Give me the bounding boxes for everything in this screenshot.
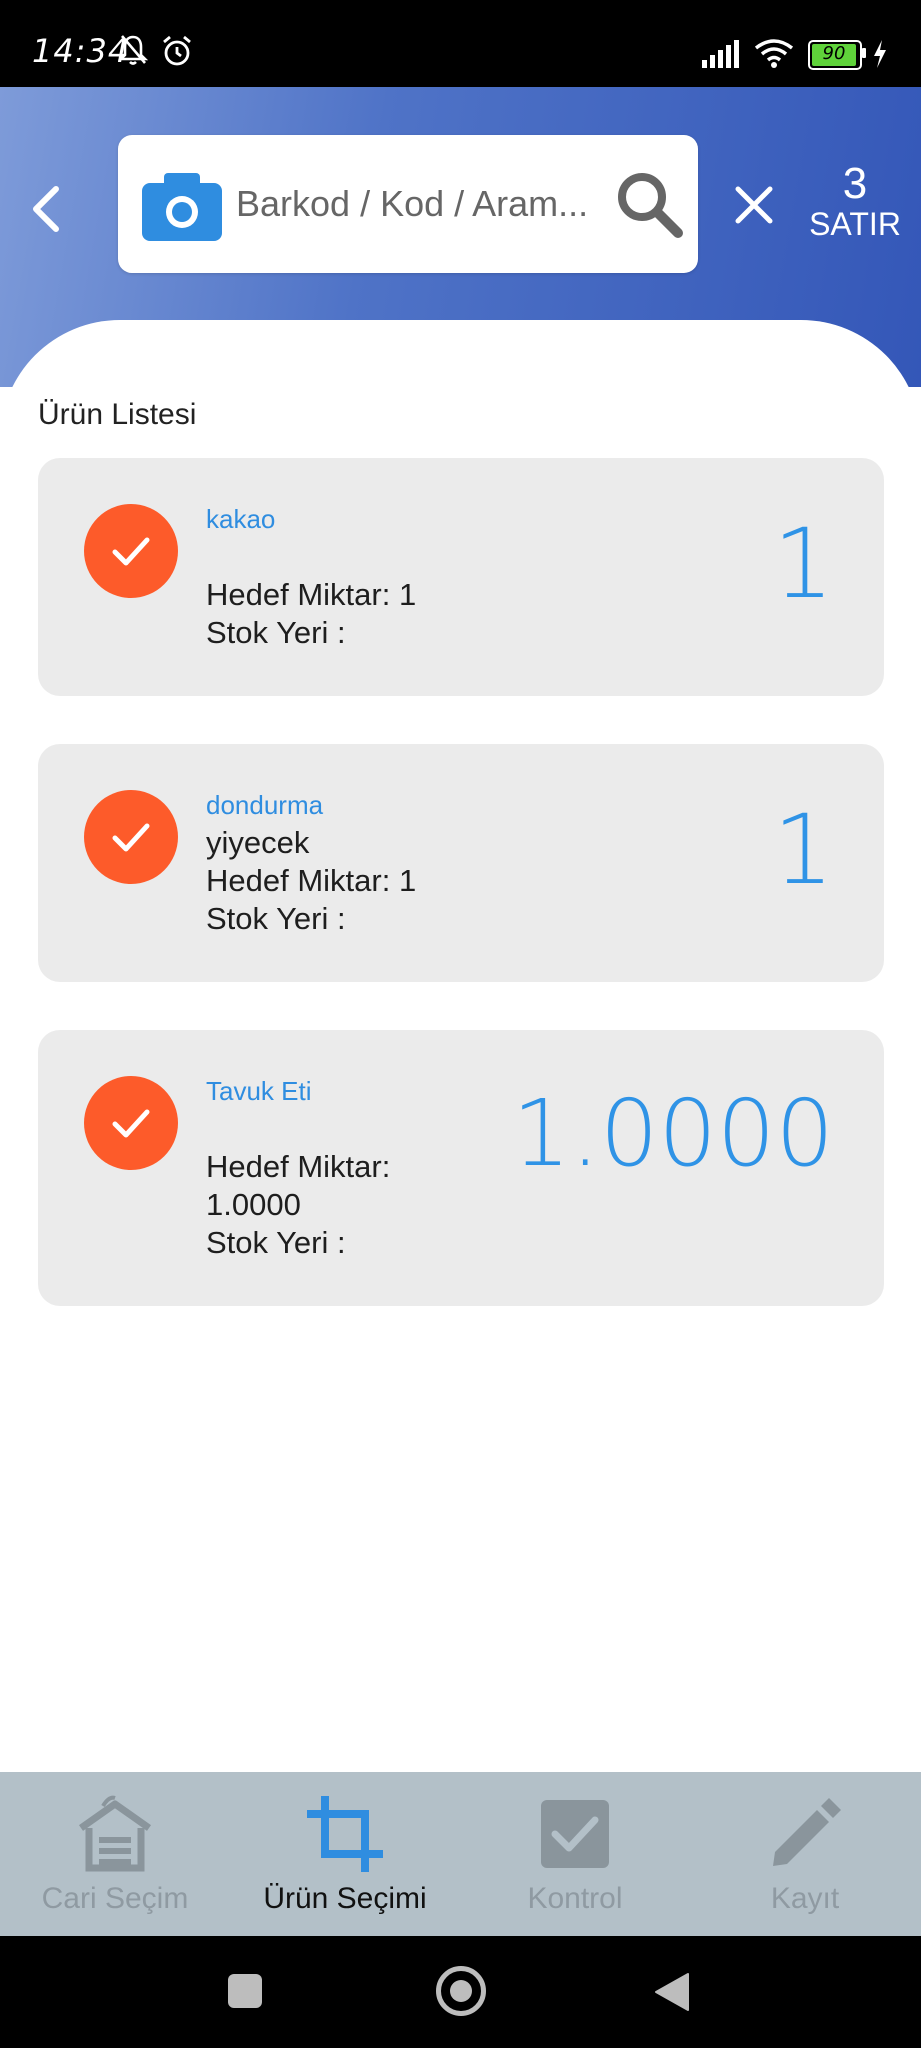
status-bar: 14:34 90 <box>0 0 921 87</box>
product-card[interactable]: kakao Hedef Miktar: 1 Stok Yeri : 1 <box>38 458 884 696</box>
nav-kayit[interactable]: Kayıt <box>690 1772 920 1936</box>
battery-tip <box>862 48 866 58</box>
product-name: Tavuk Eti <box>206 1076 312 1106</box>
nav-label: Kontrol <box>527 1882 623 1915</box>
product-location: Stok Yeri : <box>206 1225 346 1260</box>
product-location: Stok Yeri : <box>206 901 346 936</box>
product-card[interactable]: dondurma yiyecek Hedef Miktar: 1 Stok Ye… <box>38 744 884 982</box>
product-card[interactable]: Tavuk Eti Hedef Miktar: 1.0000 Stok Yeri… <box>38 1030 884 1306</box>
alarm-icon <box>163 35 191 66</box>
checkbox-icon <box>541 1800 609 1868</box>
bottom-nav: Cari Seçim Ürün Seçimi Kontrol Kayıt <box>0 1772 921 1936</box>
battery-icon: 90 <box>808 40 862 70</box>
product-target-value: 1.0000 <box>206 1187 301 1222</box>
camera-icon[interactable] <box>142 169 222 241</box>
recents-button[interactable] <box>228 1974 262 2008</box>
crop-icon <box>307 1796 383 1872</box>
nav-label: Ürün Seçimi <box>263 1882 427 1915</box>
check-icon <box>84 1076 178 1170</box>
search-box <box>118 135 698 273</box>
product-location: Stok Yeri : <box>206 615 346 650</box>
system-nav-bar <box>0 1936 921 2048</box>
row-count-label: SATIR <box>809 206 901 242</box>
warehouse-icon <box>78 1795 152 1872</box>
battery-level: 90 <box>822 43 846 64</box>
home-button[interactable] <box>436 1966 486 2016</box>
nav-label: Kayıt <box>770 1882 840 1915</box>
section-title: Ürün Listesi <box>38 398 197 431</box>
back-button[interactable] <box>20 177 74 241</box>
search-icon[interactable] <box>614 169 686 241</box>
signal-icon <box>702 40 739 68</box>
product-name: dondurma <box>206 790 324 820</box>
product-category: yiyecek <box>206 825 310 860</box>
back-nav-button[interactable] <box>654 1972 690 2012</box>
row-count-number: 3 <box>842 159 868 208</box>
notifications-off-icon <box>118 35 148 65</box>
wifi-icon <box>754 39 794 68</box>
product-target: Hedef Miktar: 1 <box>206 577 417 612</box>
close-icon[interactable] <box>730 177 778 233</box>
row-count: 3 SATIR <box>800 159 910 242</box>
nav-kontrol[interactable]: Kontrol <box>460 1772 690 1936</box>
product-quantity: 1 <box>772 794 834 906</box>
check-icon <box>84 790 178 884</box>
product-quantity: 1 <box>772 508 834 620</box>
nav-cari-secim[interactable]: Cari Seçim <box>0 1772 230 1936</box>
charging-icon <box>874 40 886 68</box>
product-target: Hedef Miktar: 1 <box>206 863 417 898</box>
content-sheet: Ürün Listesi kakao Hedef Miktar: 1 Stok … <box>0 320 921 1772</box>
product-target: Hedef Miktar: <box>206 1149 391 1184</box>
pencil-icon <box>773 1798 841 1866</box>
product-quantity: 1.0000 <box>512 1080 834 1187</box>
nav-urun-secimi[interactable]: Ürün Seçimi <box>230 1772 460 1936</box>
status-time: 14:34 <box>32 32 130 70</box>
product-name: kakao <box>206 504 276 534</box>
nav-label: Cari Seçim <box>41 1882 189 1915</box>
search-input[interactable] <box>234 175 600 233</box>
check-icon <box>84 504 178 598</box>
